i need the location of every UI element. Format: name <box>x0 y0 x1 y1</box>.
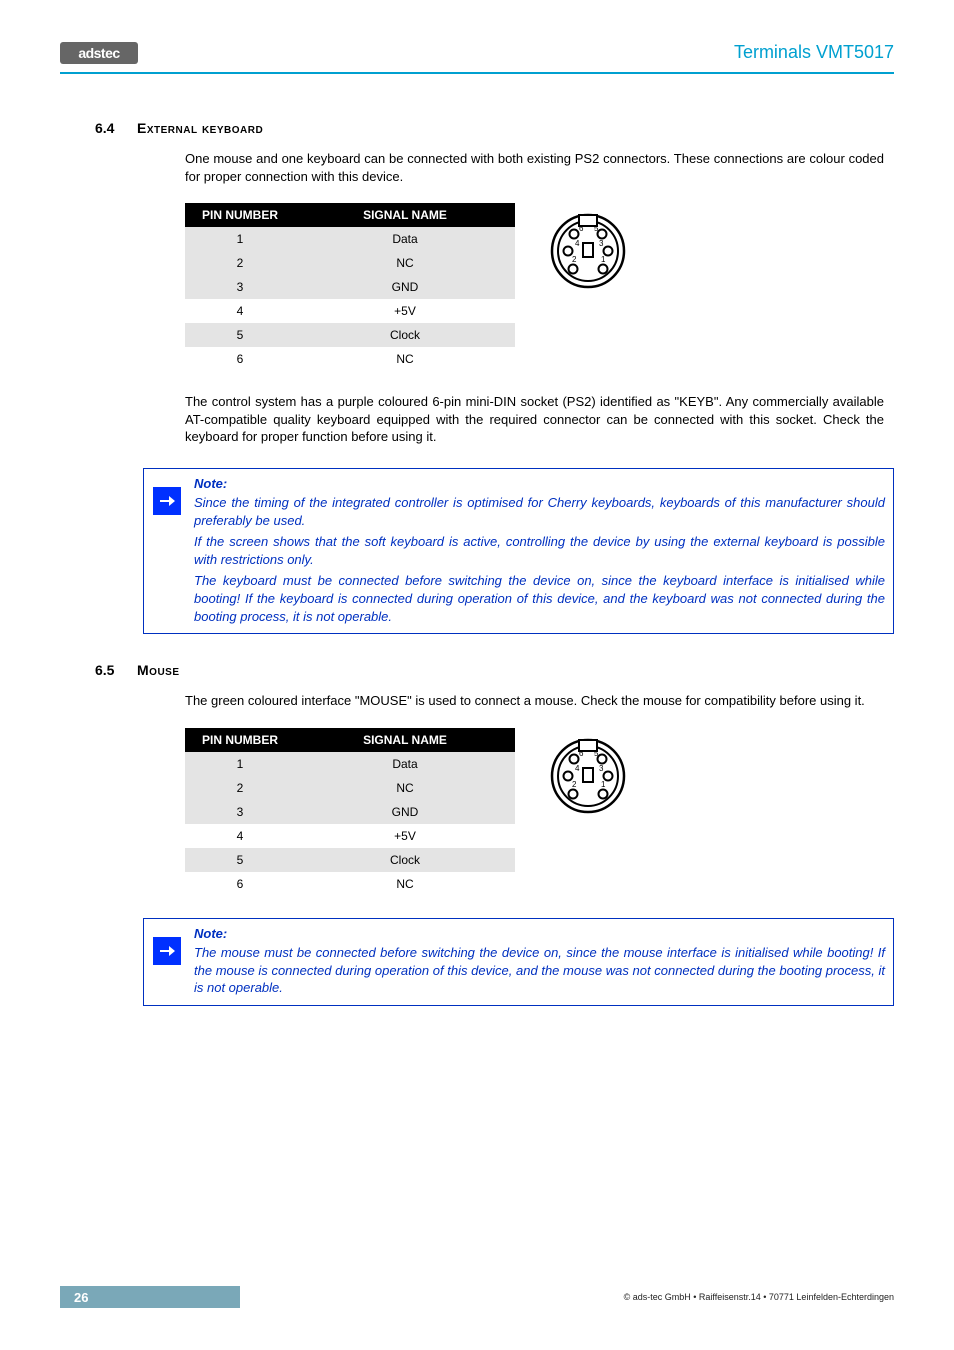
copyright-text: © ads-tec GmbH • Raiffeisenstr.14 • 7077… <box>624 1292 894 1302</box>
pin-table-wrap-mouse: PIN NUMBER SIGNAL NAME 1Data 2NC 3GND 4+… <box>185 728 884 896</box>
table-row: 4+5V <box>185 299 515 323</box>
document-title: Terminals VMT5017 <box>734 42 894 63</box>
svg-text:5: 5 <box>594 224 599 233</box>
svg-text:4: 4 <box>575 764 580 773</box>
table-row: 2NC <box>185 251 515 275</box>
note-paragraph: Since the timing of the integrated contr… <box>194 494 885 529</box>
svg-text:2: 2 <box>572 255 577 264</box>
arrow-right-icon <box>153 937 181 965</box>
mini-din-connector-icon: 1 2 3 4 5 6 <box>545 736 631 816</box>
page-content: 6.4 External keyboard One mouse and one … <box>95 120 894 1034</box>
page-number-badge: 26 <box>60 1286 240 1308</box>
pin-table-wrap-keyboard: PIN NUMBER SIGNAL NAME 1Data 2NC 3GND 4+… <box>185 203 884 371</box>
col-signal-name: SIGNAL NAME <box>295 728 515 752</box>
table-row: 2NC <box>185 776 515 800</box>
table-row: 6NC <box>185 872 515 896</box>
mini-din-connector-icon: 1 2 3 4 5 6 <box>545 211 631 291</box>
pin-table-mouse: PIN NUMBER SIGNAL NAME 1Data 2NC 3GND 4+… <box>185 728 515 896</box>
svg-text:3: 3 <box>599 239 604 248</box>
intro-paragraph: One mouse and one keyboard can be connec… <box>185 150 884 185</box>
section-heading-mouse: 6.5 Mouse <box>95 662 894 678</box>
table-row: 3GND <box>185 275 515 299</box>
svg-text:2: 2 <box>572 780 577 789</box>
section-title: External keyboard <box>137 120 263 136</box>
section-title: Mouse <box>137 662 180 678</box>
note-box-keyboard: Note: Since the timing of the integrated… <box>143 468 894 634</box>
svg-text:5: 5 <box>594 749 599 758</box>
col-pin-number: PIN NUMBER <box>185 203 295 227</box>
table-row: 1Data <box>185 752 515 776</box>
intro-paragraph: The green coloured interface "MOUSE" is … <box>185 692 884 710</box>
section-number: 6.4 <box>95 120 137 136</box>
note-paragraph: If the screen shows that the soft keyboa… <box>194 533 885 568</box>
note-heading: Note: <box>194 925 885 943</box>
svg-text:1: 1 <box>601 255 606 264</box>
table-row: 1Data <box>185 227 515 251</box>
section-body-keyboard: One mouse and one keyboard can be connec… <box>185 150 884 446</box>
table-row: 6NC <box>185 347 515 371</box>
table-row: 4+5V <box>185 824 515 848</box>
section-heading-keyboard: 6.4 External keyboard <box>95 120 894 136</box>
brand-logo: adstec <box>60 42 138 64</box>
note-text: Note: Since the timing of the integrated… <box>190 469 893 633</box>
note-icon-cell <box>144 919 190 1005</box>
note-heading: Note: <box>194 475 885 493</box>
svg-text:3: 3 <box>599 764 604 773</box>
page-footer: 26 © ads-tec GmbH • Raiffeisenstr.14 • 7… <box>60 1286 894 1308</box>
note-paragraph: The mouse must be connected before switc… <box>194 944 885 997</box>
svg-text:1: 1 <box>601 780 606 789</box>
svg-text:4: 4 <box>575 239 580 248</box>
note-icon-cell <box>144 469 190 633</box>
arrow-right-icon <box>153 487 181 515</box>
table-row: 5Clock <box>185 848 515 872</box>
section-body-mouse: The green coloured interface "MOUSE" is … <box>185 692 884 896</box>
note-paragraph: The keyboard must be connected before sw… <box>194 572 885 625</box>
note-box-mouse: Note: The mouse must be connected before… <box>143 918 894 1006</box>
section-number: 6.5 <box>95 662 137 678</box>
note-text: Note: The mouse must be connected before… <box>190 919 893 1005</box>
svg-text:6: 6 <box>579 224 584 233</box>
pin-table-keyboard: PIN NUMBER SIGNAL NAME 1Data 2NC 3GND 4+… <box>185 203 515 371</box>
svg-text:6: 6 <box>579 749 584 758</box>
col-pin-number: PIN NUMBER <box>185 728 295 752</box>
table-row: 5Clock <box>185 323 515 347</box>
after-table-paragraph: The control system has a purple coloured… <box>185 393 884 446</box>
header-divider <box>60 72 894 74</box>
table-row: 3GND <box>185 800 515 824</box>
col-signal-name: SIGNAL NAME <box>295 203 515 227</box>
